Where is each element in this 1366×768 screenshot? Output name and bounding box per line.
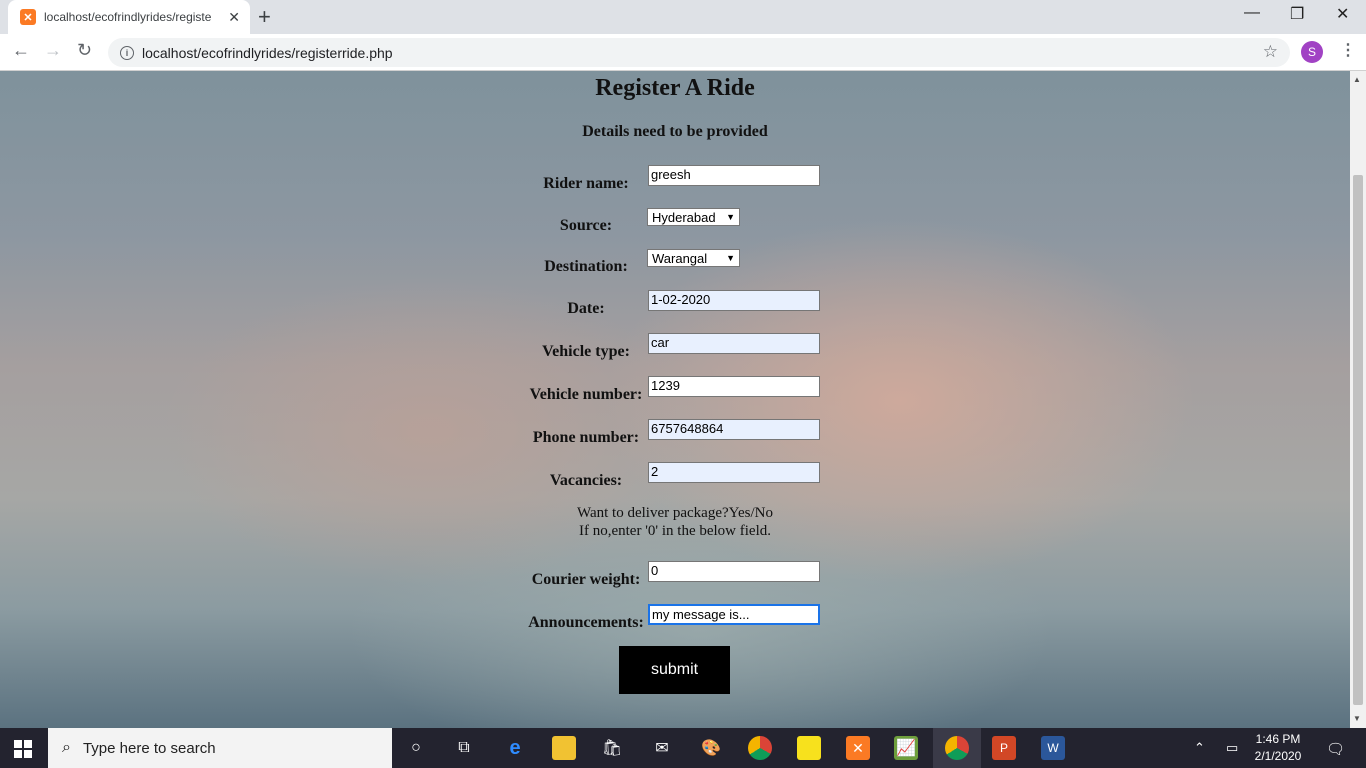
reload-icon[interactable]: ↻: [77, 40, 92, 61]
task-view-icon[interactable]: ⧉: [452, 736, 476, 760]
vehicle-number-input[interactable]: 1239: [648, 376, 820, 397]
date-input[interactable]: 1-02-2020: [648, 290, 820, 311]
vacancies-input[interactable]: 2: [648, 462, 820, 483]
system-clock[interactable]: 1:46 PM 2/1/2020: [1250, 731, 1306, 765]
xampp-icon[interactable]: ✕: [846, 736, 870, 760]
chevron-down-icon: ▼: [726, 212, 735, 222]
page-content: Register A Ride Details need to be provi…: [0, 71, 1350, 728]
scroll-up-icon[interactable]: ▲: [1353, 75, 1361, 84]
sticky-notes-icon[interactable]: [797, 736, 821, 760]
store-icon[interactable]: 🛍: [600, 736, 624, 760]
scroll-down-icon[interactable]: ▼: [1353, 714, 1361, 723]
courier-weight-input[interactable]: 0: [648, 561, 820, 582]
tab-strip: ✕ localhost/ecofrindlyrides/registe ✕ + …: [0, 0, 1366, 34]
rider-name-label: Rider name:: [543, 175, 629, 192]
browser-toolbar: ← → ↻ i localhost/ecofrindlyrides/regist…: [0, 34, 1366, 71]
minimize-icon[interactable]: —: [1244, 4, 1260, 22]
destination-label: Destination:: [544, 258, 628, 275]
announcements-label: Announcements:: [528, 614, 644, 631]
back-icon[interactable]: ←: [12, 40, 30, 61]
scroll-thumb[interactable]: [1353, 175, 1363, 705]
bookmark-star-icon[interactable]: ☆: [1263, 42, 1278, 62]
browser-tab[interactable]: ✕ localhost/ecofrindlyrides/registe ✕: [8, 0, 250, 34]
forward-icon[interactable]: →: [44, 40, 62, 61]
source-selected: Hyderabad: [652, 209, 716, 225]
mail-icon[interactable]: ✉: [650, 736, 674, 760]
submit-button[interactable]: submit: [619, 646, 730, 694]
vehicle-type-label: Vehicle type:: [542, 343, 630, 360]
close-tab-icon[interactable]: ✕: [228, 9, 240, 26]
page-title: Register A Ride: [595, 75, 755, 101]
cortana-icon[interactable]: ○: [404, 736, 428, 760]
clock-time: 1:46 PM: [1255, 732, 1301, 746]
chart-app-icon[interactable]: 📈: [894, 736, 918, 760]
tray-chevron-up-icon[interactable]: ⌃: [1194, 740, 1205, 756]
chrome-icon[interactable]: [748, 736, 772, 760]
address-bar[interactable]: i localhost/ecofrindlyrides/registerride…: [108, 38, 1290, 67]
notifications-icon[interactable]: 🗨: [1326, 740, 1345, 758]
package-note-line2: If no,enter '0' in the below field.: [578, 523, 771, 539]
search-placeholder: Type here to search: [82, 739, 216, 757]
paint-icon[interactable]: 🎨: [699, 736, 723, 760]
word-icon[interactable]: W: [1041, 736, 1065, 760]
chrome-profile-icon: [945, 736, 969, 760]
phone-number-input[interactable]: 6757648864: [648, 419, 820, 440]
taskbar-search[interactable]: ⌕ Type here to search: [48, 728, 392, 768]
source-label: Source:: [559, 217, 613, 234]
battery-icon[interactable]: ▭: [1226, 740, 1238, 756]
page-subtitle: Details need to be provided: [582, 123, 768, 140]
file-explorer-icon[interactable]: [552, 736, 576, 760]
phone-number-label: Phone number:: [532, 429, 640, 446]
close-window-icon[interactable]: ✕: [1336, 4, 1349, 24]
edge-icon[interactable]: e: [503, 736, 527, 760]
restore-icon[interactable]: ❐: [1290, 4, 1304, 24]
chevron-down-icon: ▼: [726, 253, 735, 263]
rider-name-input[interactable]: greesh: [648, 165, 820, 186]
vehicle-type-input[interactable]: car: [648, 333, 820, 354]
active-chrome-slot[interactable]: [933, 728, 981, 768]
vacancies-label: Vacancies:: [549, 472, 623, 489]
tab-title: localhost/ecofrindlyrides/registe: [44, 10, 212, 24]
destination-selected: Warangal: [652, 250, 708, 266]
courier-weight-label: Courier weight:: [531, 571, 641, 588]
package-note-line1: Want to deliver package?Yes/No: [577, 505, 773, 521]
new-tab-icon[interactable]: +: [258, 4, 271, 30]
date-label: Date:: [567, 300, 605, 317]
menu-icon[interactable]: ⋮: [1340, 40, 1356, 60]
powerpoint-icon[interactable]: P: [992, 736, 1016, 760]
vehicle-number-label: Vehicle number:: [529, 386, 643, 403]
xampp-favicon-icon: ✕: [20, 9, 36, 25]
destination-select[interactable]: Warangal ▼: [647, 249, 740, 267]
profile-avatar[interactable]: S: [1301, 41, 1323, 63]
source-select[interactable]: Hyderabad ▼: [647, 208, 740, 226]
url-text: localhost/ecofrindlyrides/registerride.p…: [142, 44, 393, 61]
info-icon[interactable]: i: [120, 45, 134, 60]
clock-date: 2/1/2020: [1254, 749, 1302, 763]
windows-start-icon[interactable]: [14, 740, 32, 758]
vertical-scrollbar[interactable]: ▲ ▼: [1350, 71, 1366, 728]
search-icon: ⌕: [62, 739, 71, 756]
announcements-input[interactable]: my message is...: [648, 604, 820, 625]
windows-taskbar: ⌕ Type here to search ○ ⧉ e 🛍 ✉ 🎨 ✕ 📈 P …: [0, 728, 1366, 768]
